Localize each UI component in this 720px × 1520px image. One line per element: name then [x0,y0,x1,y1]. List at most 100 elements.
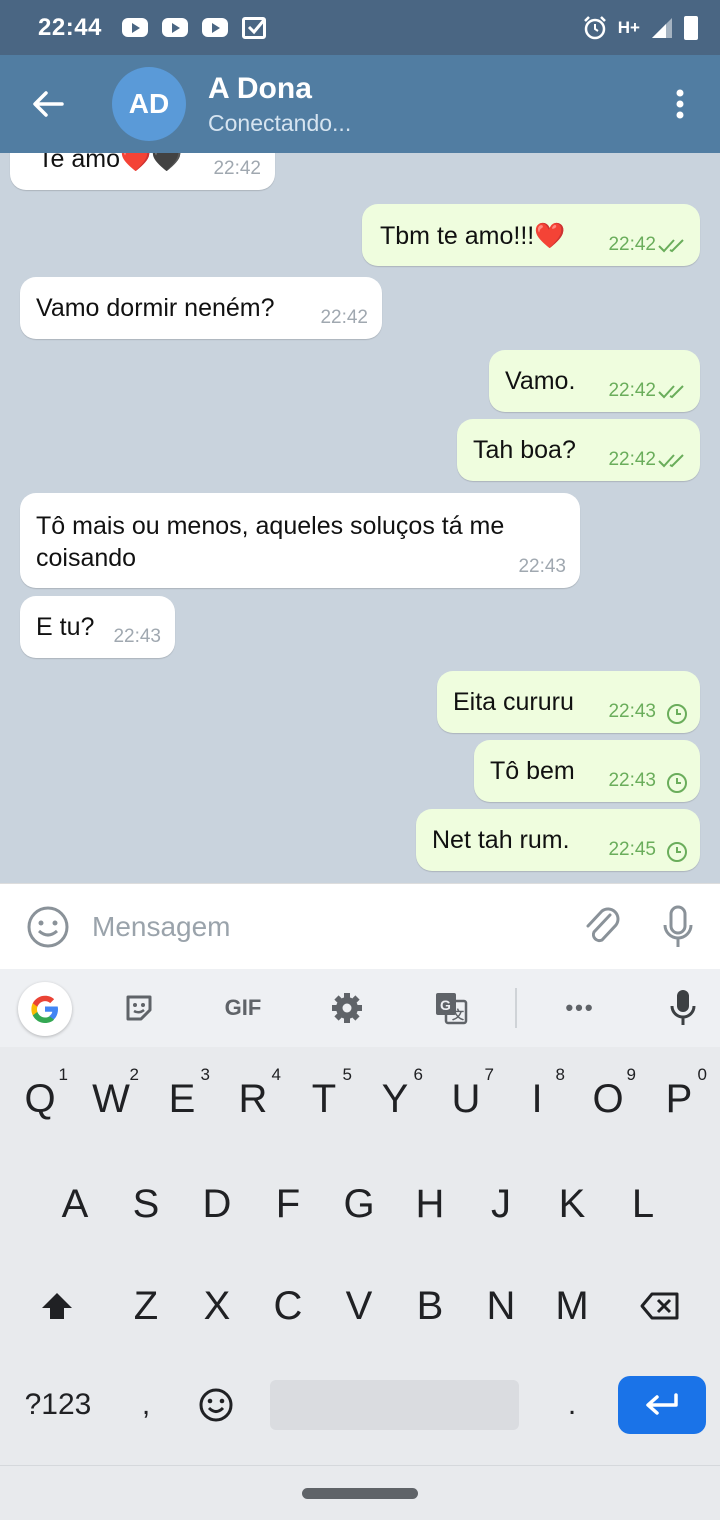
backspace-key[interactable] [630,1266,690,1346]
status-time: 22:44 [38,13,102,41]
emoji-button[interactable] [26,905,70,949]
key-l[interactable]: L [613,1164,673,1244]
message-bubble[interactable]: Tô bem 22:43 [474,740,700,802]
home-gesture-bar[interactable] [302,1488,418,1499]
key-hint: 5 [342,1065,352,1084]
key-label: G [343,1181,375,1226]
key-n[interactable]: N [471,1266,531,1346]
key-j[interactable]: J [471,1164,531,1244]
message-text: Tah boa? [473,436,576,464]
key-label: A [61,1181,89,1226]
key-label: N [486,1283,516,1328]
key-label: Z [133,1283,159,1328]
message-text: E tu? [36,613,95,641]
message-bubble[interactable]: Te amo❤️🖤 22:42 [10,153,275,190]
voice-input-button[interactable] [648,969,718,1047]
key-q[interactable]: Q1 [10,1059,70,1139]
voice-message-button[interactable] [662,905,694,949]
more-options-button[interactable] [640,55,720,153]
key-label: X [203,1283,231,1328]
key-label: R [238,1076,268,1121]
message-bubble[interactable]: Eita cururu 22:43 [437,671,700,733]
translate-button[interactable]: G文 [416,969,486,1047]
more-tools-button[interactable]: ••• [545,969,615,1047]
key-s[interactable]: S [116,1164,176,1244]
emoji-key[interactable] [186,1365,246,1445]
key-h[interactable]: H [400,1164,460,1244]
sticker-icon [126,995,152,1021]
chat-header: AD A Dona Conectando... [0,55,720,153]
message-time: 22:43 [113,626,161,647]
key-label: O [592,1076,624,1121]
key-z[interactable]: Z [116,1266,176,1346]
message-time: 22:43 [518,556,566,577]
paperclip-icon [586,907,620,942]
avatar[interactable]: AD [112,67,186,141]
key-k[interactable]: K [542,1164,602,1244]
key-x[interactable]: X [187,1266,247,1346]
key-label: K [558,1181,586,1226]
key-label: Q [24,1076,56,1121]
key-i[interactable]: I8 [507,1059,567,1139]
key-a[interactable]: A [45,1164,105,1244]
key-label: L [631,1181,655,1226]
key-label: S [132,1181,160,1226]
comma-key[interactable]: , [116,1365,176,1445]
message-bubble[interactable]: E tu? 22:43 [20,596,175,658]
alarm-icon [583,15,606,39]
key-r[interactable]: R4 [223,1059,283,1139]
settings-button[interactable] [312,969,382,1047]
message-bubble[interactable]: Tô mais ou menos, aqueles soluços tá me … [20,493,580,588]
message-time: 22:42 [213,158,261,179]
enter-key[interactable] [618,1376,706,1434]
attach-button[interactable] [582,905,622,949]
status-bar: 22:44 H+ [0,0,720,55]
space-key[interactable] [270,1380,519,1430]
key-label: J [491,1181,511,1226]
key-b[interactable]: B [400,1266,460,1346]
message-time: 22:42 [608,380,656,401]
key-g[interactable]: G [329,1164,389,1244]
shift-key[interactable] [27,1266,87,1346]
chat-info[interactable]: A Dona Conectando... [208,72,351,137]
youtube-icon [121,18,148,37]
key-m[interactable]: M [542,1266,602,1346]
key-e[interactable]: E3 [152,1059,212,1139]
sticker-button[interactable] [104,969,174,1047]
key-w[interactable]: W2 [81,1059,141,1139]
key-label: E [168,1076,196,1121]
key-o[interactable]: O9 [578,1059,638,1139]
key-d[interactable]: D [187,1164,247,1244]
keyboard-toolbar: GIF G文 ••• [0,969,720,1047]
back-button[interactable] [8,55,88,153]
key-t[interactable]: T5 [294,1059,354,1139]
more-vertical-icon [676,89,684,119]
key-label: P [665,1076,693,1121]
message-text: Tô mais ou menos, aqueles soluços tá me … [36,512,505,572]
toolbar-divider [515,988,517,1028]
message-input[interactable]: Mensagem [92,911,231,943]
key-u[interactable]: U7 [436,1059,496,1139]
google-button[interactable] [18,982,72,1036]
symbols-key[interactable]: ?123 [16,1365,100,1445]
message-time: 22:45 [608,839,656,860]
key-hint: 6 [413,1065,423,1084]
gif-button[interactable]: GIF [208,969,278,1047]
message-bubble[interactable]: Vamo. 22:42 [489,350,700,412]
key-hint: 7 [484,1065,494,1084]
chat-area[interactable]: Te amo❤️🖤 22:42 Tbm te amo!!!❤️ 22:42 Va… [0,153,720,883]
clock-icon [667,773,687,793]
key-y[interactable]: Y6 [365,1059,425,1139]
message-bubble[interactable]: Tah boa? 22:42 [457,419,700,481]
message-bubble[interactable]: Net tah rum. 22:45 [416,809,700,871]
period-key[interactable]: . [542,1365,602,1445]
enter-arrow-icon [646,1393,678,1415]
message-bubble[interactable]: Vamo dormir neném? 22:42 [20,277,382,339]
battery-icon [684,15,698,40]
key-p[interactable]: P0 [649,1059,709,1139]
google-icon [31,995,58,1023]
message-bubble[interactable]: Tbm te amo!!!❤️ 22:42 [362,204,700,266]
key-f[interactable]: F [258,1164,318,1244]
key-c[interactable]: C [258,1266,318,1346]
key-v[interactable]: V [329,1266,389,1346]
